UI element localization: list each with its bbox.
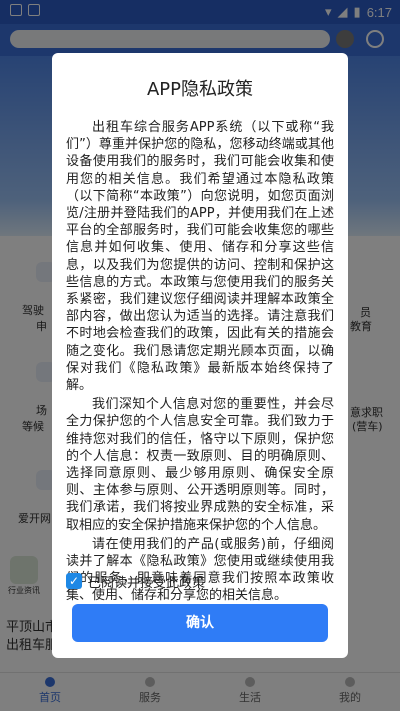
policy-paragraph: 出租车综合服务APP系统（以下或称“我们”）尊重并保护您的隐私，您移动终端或其他…	[66, 120, 334, 394]
dialog-title: APP隐私政策	[146, 79, 254, 100]
check-icon[interactable]: ✓	[66, 573, 82, 589]
consent-label: 已阅读并接受此政策	[88, 575, 206, 591]
policy-text[interactable]: 出租车综合服务APP系统（以下或称“我们”）尊重并保护您的隐私，您移动终端或其他…	[66, 119, 334, 619]
confirm-button[interactable]: 确认	[72, 604, 328, 642]
consent-checkbox[interactable]: ✓ 已阅读并接受此政策	[66, 571, 205, 591]
policy-paragraph: 我们深知个人信息对您的重要性，并会尽全力保护您的个人信息安全可靠。我们致力于维持…	[66, 397, 334, 533]
privacy-dialog: APP隐私政策 出租车综合服务APP系统（以下或称“我们”）尊重并保护您的隐私，…	[52, 53, 348, 658]
